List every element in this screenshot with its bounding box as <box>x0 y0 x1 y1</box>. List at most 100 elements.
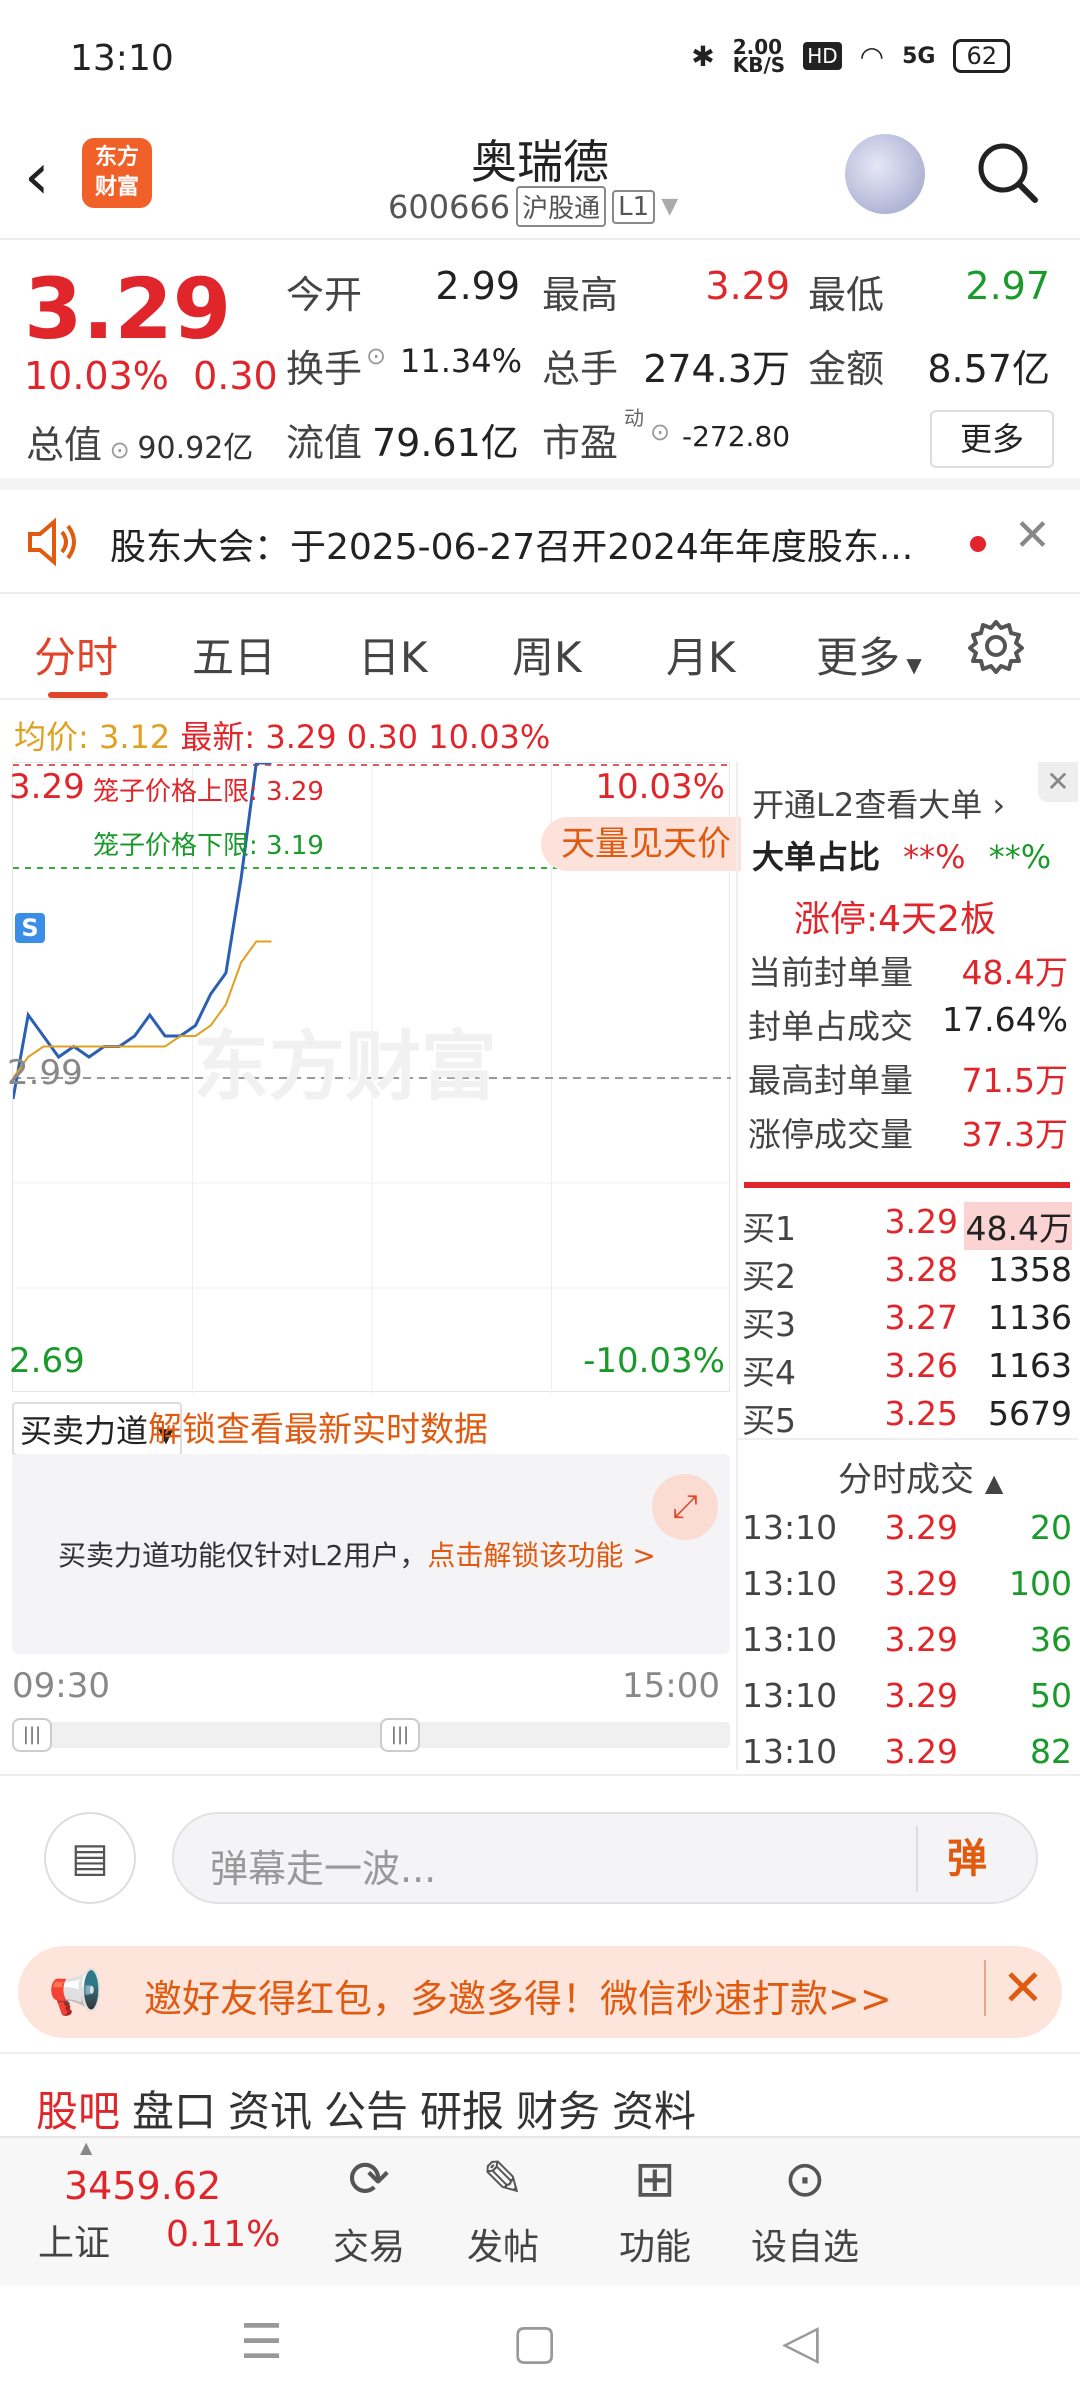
locked-box[interactable]: 买卖力道功能仅针对L2用户，点击解锁该功能 > ⤢ <box>12 1454 730 1654</box>
more-dots-icon: ⊙ <box>784 2150 826 2208</box>
info-tabs: 股吧 盘口 资讯 公告 研报 财务 资料 <box>0 2052 1080 2136</box>
nav-add-watchlist[interactable]: ⊙ 设自选 <box>740 2150 870 2270</box>
tab-orderbook[interactable]: 盘口 <box>132 2078 216 2139</box>
index-pct[interactable]: 0.11% <box>166 2214 280 2255</box>
index-value[interactable]: 3459.62 <box>64 2164 221 2208</box>
invite-banner[interactable]: 📢 邀好友得红包，多邀多得！微信秒速打款>> ✕ <box>18 1946 1062 2038</box>
home-icon[interactable]: ▢ <box>512 2314 557 2370</box>
tab-announcements[interactable]: 公告 <box>324 2078 408 2139</box>
comment-bar: ▤ 弹幕走一波... 弹 <box>0 1774 1080 1944</box>
stock-code: 600666 <box>388 187 511 226</box>
chart-scroller[interactable]: ||| ||| <box>12 1718 730 1752</box>
intraday-chart[interactable]: 东方财富 3.29 10.03% 笼子价格上限: 3.29 笼子价格下限: 3.… <box>7 762 741 1393</box>
tick-volume: 100 <box>1009 1564 1072 1603</box>
tick-row: 13:10 3.29 20 <box>742 1508 1074 1556</box>
tick-price: 3.29 <box>884 1676 958 1715</box>
tab-weekly-k[interactable]: 周K <box>512 624 582 685</box>
close-icon[interactable]: ✕ <box>984 1960 1044 2016</box>
tab-profile[interactable]: 资料 <box>612 2078 696 2139</box>
tab-underline <box>48 692 108 698</box>
orderbook-row: 买1 3.29 48.4万 <box>742 1202 1074 1250</box>
settings-gear-icon[interactable] <box>966 616 1026 676</box>
high-value: 3.29 <box>705 264 790 308</box>
index-name[interactable]: 上证 <box>38 2214 110 2266</box>
tab-news[interactable]: 资讯 <box>228 2078 312 2139</box>
stock-code-row[interactable]: 600666 沪股通 L1 ▼ <box>388 186 678 227</box>
back-nav-icon[interactable]: ◁ <box>782 2314 819 2370</box>
watermark: 东方财富 <box>193 1025 497 1110</box>
search-icon[interactable] <box>975 140 1039 204</box>
orderbook-row: 买3 3.27 1136 <box>742 1298 1074 1346</box>
wifi-icon: ◠ <box>859 39 885 73</box>
grid-icon: ⊞ <box>634 2150 676 2208</box>
level-tag: L1 <box>612 189 656 224</box>
unlock-feature-link[interactable]: 点击解锁该功能 > <box>427 1539 655 1572</box>
danmu-toggle[interactable]: 弹 <box>916 1826 1016 1892</box>
menu-icon[interactable]: ☰ <box>240 2314 283 2370</box>
l2-link[interactable]: 开通L2查看大单 › <box>752 780 1005 826</box>
info-icon[interactable]: ⊙ <box>650 418 670 446</box>
tab-five-day[interactable]: 五日 <box>192 624 276 685</box>
change-pct: 10.03% <box>24 354 169 398</box>
float-label: 流值 <box>286 421 363 465</box>
notice-text: 股东大会：于2025-06-27召开2024年年度股东... <box>110 527 914 568</box>
orderbook-row: 买4 3.26 1163 <box>742 1346 1074 1394</box>
info-icon[interactable]: ⊙ <box>102 436 137 464</box>
status-bar: 13:10 ✱ 2.00 KB/S HD ◠ 5G 62 <box>0 0 1080 120</box>
max-seal-label: 最高封单量 <box>748 1061 913 1100</box>
tab-daily-k[interactable]: 日K <box>358 624 428 685</box>
tick-row: 13:10 3.29 100 <box>742 1564 1074 1612</box>
trade-icon: ⟳ <box>348 2150 390 2208</box>
lower-limit-label: 笼子价格下限: 3.19 <box>93 831 324 861</box>
low-label: 最低 <box>808 273 885 317</box>
orderbook-label: 买4 <box>742 1353 796 1392</box>
turnover-value: 11.34% <box>400 342 523 380</box>
info-icon[interactable]: ⊙ <box>366 342 386 370</box>
close-icon[interactable]: ✕ <box>1014 510 1051 561</box>
high-label: 最高 <box>542 273 619 317</box>
danmu-input[interactable]: 弹幕走一波... 弹 <box>172 1812 1038 1904</box>
scroll-handle-right[interactable]: ||| <box>380 1718 420 1752</box>
status-time: 13:10 <box>70 38 174 79</box>
tab-finance[interactable]: 财务 <box>516 2078 600 2139</box>
hd-icon: HD <box>803 42 842 70</box>
orderbook-price: 3.25 <box>884 1394 958 1433</box>
scroll-handle-left[interactable]: ||| <box>12 1718 52 1752</box>
s-marker[interactable]: S <box>15 913 45 943</box>
right-panel: 开通L2查看大单 › ✕ 大单占比 **% **% 涨停:4天2板 当前封单量 … <box>736 762 1078 1771</box>
assistant-robot-icon[interactable] <box>845 134 925 214</box>
tick-time: 13:10 <box>742 1620 838 1659</box>
tick-row: 13:10 3.29 50 <box>742 1676 1074 1724</box>
more-button[interactable]: 更多 <box>930 410 1054 468</box>
big-order-label: 大单占比 <box>752 838 881 876</box>
signal-badge[interactable]: 天量见天价 <box>541 817 741 871</box>
note-settings-icon[interactable]: ▤ <box>44 1812 136 1904</box>
close-icon[interactable]: ✕ <box>1038 762 1078 802</box>
pe-label: 市盈 <box>542 421 619 465</box>
big-buy-pct: **% <box>903 838 966 876</box>
notice-bar[interactable]: 股东大会：于2025-06-27召开2024年年度股东... ✕ <box>0 490 1080 594</box>
y-min-pct: -10.03% <box>583 1341 725 1381</box>
low-value: 2.97 <box>965 264 1050 308</box>
ticks-title[interactable]: 分时成交 ▲ <box>838 1452 1003 1501</box>
latest-pct: 10.03% <box>428 718 551 756</box>
tab-research[interactable]: 研报 <box>420 2078 504 2139</box>
tab-forum[interactable]: 股吧 <box>36 2078 120 2139</box>
amount-label: 金额 <box>808 347 885 391</box>
tick-time: 13:10 <box>742 1676 838 1715</box>
tab-more[interactable]: 更多 ▼ <box>816 624 922 685</box>
edit-icon: ✎ <box>482 2150 524 2208</box>
nav-functions[interactable]: ⊞ 功能 <box>590 2150 720 2270</box>
tab-intraday[interactable]: 分时 <box>34 624 118 685</box>
tick-volume: 36 <box>1030 1620 1072 1659</box>
nav-trade[interactable]: ⟳ 交易 <box>304 2150 434 2270</box>
tab-monthly-k[interactable]: 月K <box>666 624 736 685</box>
dropdown-icon: ▼ <box>661 194 679 219</box>
orderbook-label: 买2 <box>742 1257 796 1296</box>
nav-post[interactable]: ✎ 发帖 <box>438 2150 568 2270</box>
y-min-price: 2.69 <box>9 1341 85 1381</box>
orderbook-volume: 1136 <box>988 1298 1072 1337</box>
unlock-link[interactable]: 解锁查看最新实时数据 <box>148 1402 488 1451</box>
expand-icon[interactable]: ⤢ <box>652 1474 718 1540</box>
seal-volume-value: 48.4万 <box>961 953 1068 992</box>
